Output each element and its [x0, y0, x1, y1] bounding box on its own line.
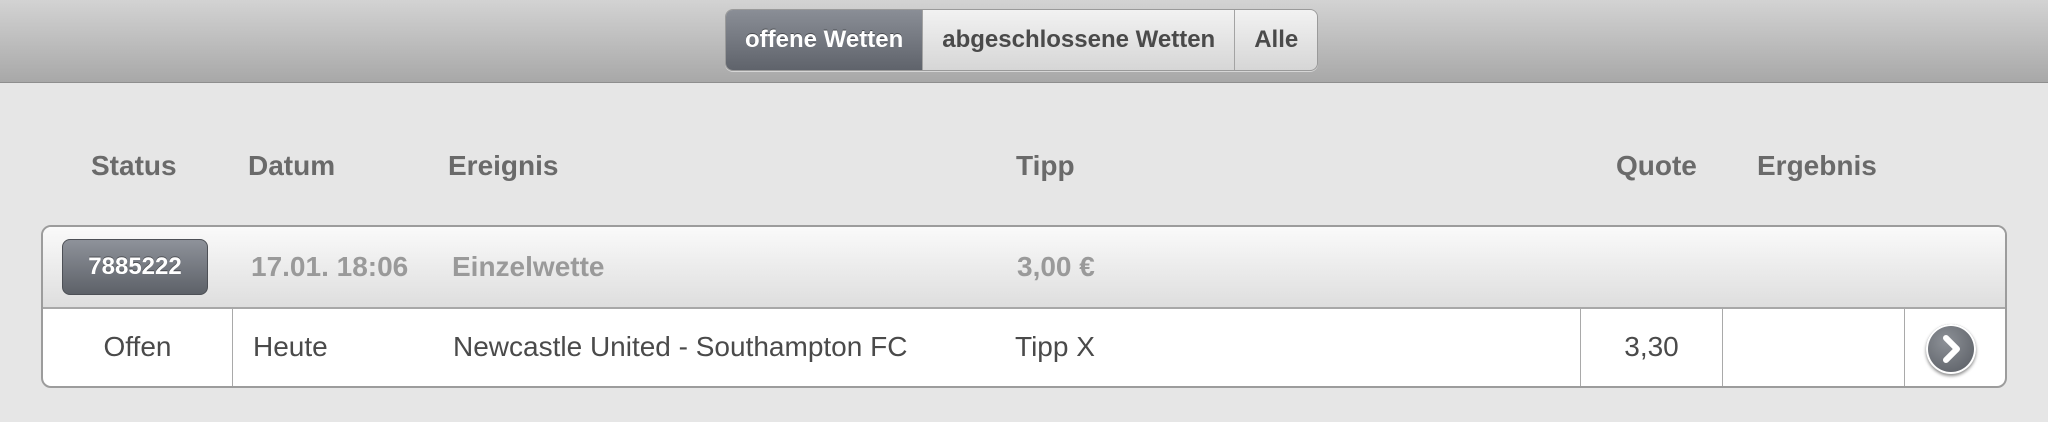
- bet-id-badge[interactable]: 7885222: [62, 239, 208, 295]
- row-datum: Heute: [253, 331, 328, 362]
- bet-datetime: 17.01. 18:06: [251, 251, 409, 282]
- column-divider: [1904, 309, 1905, 386]
- column-divider: [232, 309, 233, 386]
- tab-abgeschlossene-wetten[interactable]: abgeschlossene Wetten: [922, 10, 1235, 70]
- bet-type: Einzelwette: [452, 251, 605, 282]
- tab-offene-wetten[interactable]: offene Wetten: [726, 10, 923, 70]
- column-header-quote: Quote: [1616, 150, 1697, 181]
- chevron-right-circle-icon[interactable]: [1926, 324, 1976, 374]
- row-status: Offen: [103, 331, 172, 362]
- row-ereignis: Newcastle United - Southampton FC: [453, 331, 908, 362]
- column-header-datum: Datum: [248, 150, 336, 181]
- column-header-ergebnis: Ergebnis: [1757, 150, 1877, 181]
- bet-stake: 3,00 €: [1017, 251, 1095, 282]
- bet-card-header: 7885222 17.01. 18:06 Einzelwette 3,00 €: [43, 227, 2005, 309]
- row-tipp: Tipp X: [1015, 331, 1095, 362]
- top-toolbar: offene Wetten abgeschlossene Wetten Alle: [0, 0, 2048, 83]
- table-row[interactable]: Offen Heute Newcastle United - Southampt…: [43, 309, 2005, 386]
- bet-filter-segmented-control: offene Wetten abgeschlossene Wetten Alle: [725, 9, 1319, 71]
- column-header-status: Status: [91, 150, 177, 181]
- tab-alle[interactable]: Alle: [1234, 10, 1318, 70]
- bet-card: 7885222 17.01. 18:06 Einzelwette 3,00 € …: [41, 225, 2007, 388]
- column-divider: [1722, 309, 1723, 386]
- column-header-tipp: Tipp: [1016, 150, 1075, 181]
- column-header-ereignis: Ereignis: [448, 150, 559, 181]
- row-quote: 3,30: [1624, 331, 1679, 362]
